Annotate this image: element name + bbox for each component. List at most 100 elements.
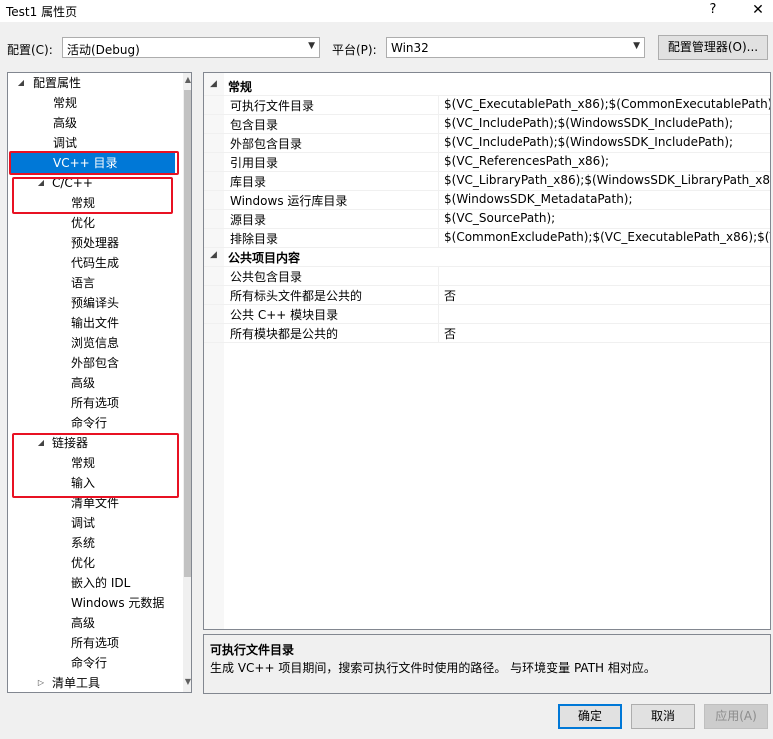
description-panel: 可执行文件目录 生成 VC++ 项目期间，搜索可执行文件时使用的路径。 与环境变…	[203, 634, 771, 694]
grid-category-name: 常规	[228, 80, 253, 94]
tree-node-label: 预编译头	[71, 296, 120, 310]
scroll-up-icon[interactable]: ▲	[183, 75, 191, 84]
grid-row[interactable]: 源目录 $(VC_SourcePath);	[204, 209, 770, 229]
tree-node[interactable]: 调试	[8, 133, 178, 153]
tree-node[interactable]: 语言	[8, 273, 178, 293]
tree-node-label: 预处理器	[71, 236, 120, 250]
tree-node-label: 优化	[71, 216, 96, 230]
platform-label: 平台(P):	[332, 43, 377, 57]
scroll-down-icon[interactable]: ▼	[183, 677, 191, 686]
tree-node[interactable]: 系统	[8, 533, 178, 553]
tree-node-label: 浏览信息	[71, 336, 120, 350]
grid-row[interactable]: 排除目录 $(CommonExcludePath);$(VC_Executable…	[204, 228, 770, 248]
property-name: 公共包含目录	[230, 270, 303, 284]
column-divider	[438, 285, 439, 304]
tree-root-config-properties[interactable]: ◢ 配置属性	[8, 73, 178, 93]
collapse-triangle-icon[interactable]: ◢	[210, 250, 217, 260]
tree-node[interactable]: 嵌入的 IDL	[8, 573, 178, 593]
property-value[interactable]: 否	[444, 287, 456, 304]
collapse-triangle-icon[interactable]: ◢	[210, 79, 217, 89]
property-name: 引用目录	[230, 156, 279, 170]
tree-node[interactable]: 优化	[8, 213, 178, 233]
property-value[interactable]: 否	[444, 325, 456, 342]
tree-node[interactable]: 调试	[8, 513, 178, 533]
grid-row[interactable]: 包含目录 $(VC_IncludePath);$(WindowsSDK_Inclu…	[204, 114, 770, 134]
tree-node[interactable]: Windows 元数据	[8, 593, 178, 613]
tree-node-label: 命令行	[71, 416, 108, 430]
tree-node-label: 常规	[53, 96, 78, 110]
grid-row[interactable]: 所有模块都是公共的 否	[204, 323, 770, 343]
tree-node-label: 配置属性	[33, 76, 82, 90]
config-manager-button[interactable]: 配置管理器(O)...	[658, 35, 768, 60]
tree-node-label: 清单工具	[52, 676, 101, 690]
cancel-button[interactable]: 取消	[631, 704, 695, 729]
tree-node[interactable]: 代码生成	[8, 253, 178, 273]
tree-node-label: 嵌入的 IDL	[71, 576, 131, 590]
ok-button[interactable]: 确定	[558, 704, 622, 729]
tree-node-label: 外部包含	[71, 356, 120, 370]
tree-node-label: 输出文件	[71, 316, 120, 330]
grid-row[interactable]: 可执行文件目录 $(VC_ExecutablePath_x86);$(Common…	[204, 95, 770, 115]
tree-node-label: 命令行	[71, 656, 108, 670]
property-value[interactable]: $(VC_IncludePath);$(WindowsSDK_IncludePa…	[444, 116, 733, 130]
column-divider	[438, 171, 439, 190]
property-grid: ◢ 常规 可执行文件目录 $(VC_ExecutablePath_x86);$(Com…	[203, 72, 771, 630]
grid-row[interactable]: 引用目录 $(VC_ReferencesPath_x86);	[204, 152, 770, 172]
property-value[interactable]: $(VC_ExecutablePath_x86);$(CommonExecuta…	[444, 97, 770, 111]
column-divider	[438, 133, 439, 152]
tree-node-label: 优化	[71, 556, 96, 570]
grid-row[interactable]: 所有标头文件都是公共的 否	[204, 285, 770, 305]
collapse-triangle-icon[interactable]: ◢	[16, 73, 26, 93]
apply-button[interactable]: 应用(A)	[704, 704, 768, 729]
tree-node[interactable]: 浏览信息	[8, 333, 178, 353]
tree-node[interactable]: 常规	[8, 93, 178, 113]
grid-row[interactable]: 公共 C++ 模块目录	[204, 304, 770, 324]
property-value[interactable]: $(VC_IncludePath);$(WindowsSDK_IncludePa…	[444, 135, 733, 149]
grid-category[interactable]: ◢ 公共项目内容	[204, 247, 770, 267]
tree-node-label: 所有选项	[71, 636, 120, 650]
property-value[interactable]: $(VC_LibraryPath_x86);$(WindowsSDK_Libra…	[444, 173, 770, 187]
property-name: 排除目录	[230, 232, 279, 246]
grid-row[interactable]: 外部包含目录 $(VC_IncludePath);$(WindowsSDK_Inc…	[204, 133, 770, 153]
tree-node[interactable]: 高级	[8, 613, 178, 633]
close-button[interactable]: ✕	[748, 0, 768, 20]
tree-node-label: 语言	[71, 276, 96, 290]
tree-scrollbar[interactable]: ▲ ▼	[183, 73, 191, 692]
chevron-down-icon: ▼	[633, 41, 640, 51]
title-bar: Test1 属性页 ? ✕	[0, 0, 773, 22]
grid-row[interactable]: 公共包含目录	[204, 266, 770, 286]
grid-row[interactable]: Windows 运行库目录 $(WindowsSDK_MetadataPath);	[204, 190, 770, 210]
tree-node[interactable]: 命令行	[8, 653, 178, 673]
property-value[interactable]: $(VC_ReferencesPath_x86);	[444, 154, 609, 168]
tree-node-label: 调试	[71, 516, 96, 530]
tree-node[interactable]: 命令行	[8, 413, 178, 433]
tree-node[interactable]: 高级	[8, 373, 178, 393]
help-button[interactable]: ?	[703, 0, 723, 20]
scrollbar-thumb[interactable]	[184, 90, 191, 577]
expand-triangle-icon[interactable]: ▷	[36, 673, 46, 692]
platform-select[interactable]: Win32 ▼	[386, 37, 645, 58]
property-value[interactable]: $(WindowsSDK_MetadataPath);	[444, 192, 633, 206]
tree-node[interactable]: 输出文件	[8, 313, 178, 333]
property-name: 公共 C++ 模块目录	[230, 308, 339, 322]
property-value[interactable]: $(VC_SourcePath);	[444, 211, 555, 225]
tree-node[interactable]: 所有选项	[8, 633, 178, 653]
tree-node[interactable]: 预处理器	[8, 233, 178, 253]
description-text: 生成 VC++ 项目期间，搜索可执行文件时使用的路径。 与环境变量 PATH 相…	[210, 661, 656, 675]
property-name: 包含目录	[230, 118, 279, 132]
tree-node[interactable]: 所有选项	[8, 393, 178, 413]
grid-row[interactable]: 库目录 $(VC_LibraryPath_x86);$(WindowsSDK_Li…	[204, 171, 770, 191]
tree-node[interactable]: 优化	[8, 553, 178, 573]
column-divider	[438, 152, 439, 171]
tree-node[interactable]: 预编译头	[8, 293, 178, 313]
column-divider	[438, 95, 439, 114]
tree-node[interactable]: 高级	[8, 113, 178, 133]
config-select[interactable]: 活动(Debug) ▼	[62, 37, 320, 58]
grid-category-name: 公共项目内容	[228, 251, 301, 265]
tree-node[interactable]: ▷ 清单工具	[8, 673, 178, 692]
property-value[interactable]: $(CommonExcludePath);$(VC_ExecutablePath…	[444, 230, 770, 244]
property-name: 所有标头文件都是公共的	[230, 289, 363, 303]
tree-node[interactable]: 外部包含	[8, 353, 178, 373]
tree-node-label: 系统	[71, 536, 96, 550]
grid-category[interactable]: ◢ 常规	[204, 76, 770, 96]
